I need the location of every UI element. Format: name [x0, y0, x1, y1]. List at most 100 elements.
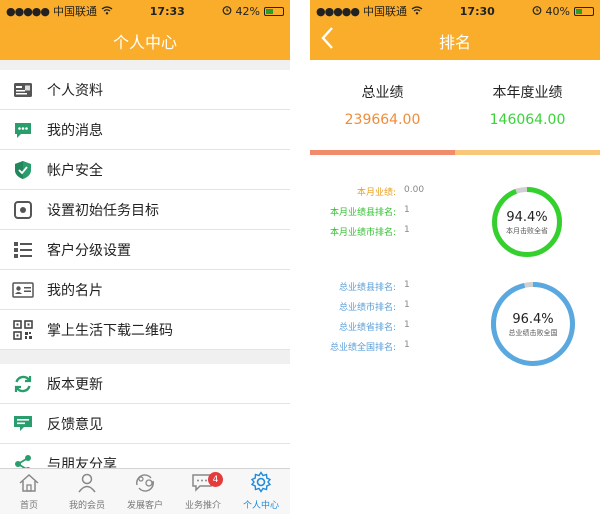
annual-performance: 本年度业绩 146064.00	[455, 60, 600, 150]
feedback-icon	[12, 413, 34, 435]
menu-item-shield[interactable]: 帐户安全	[0, 150, 290, 190]
menu-item-qrcode[interactable]: 掌上生活下载二维码	[0, 310, 290, 350]
menu-item-target[interactable]: 设置初始任务目标	[0, 190, 290, 230]
status-bar: ●●●●● 中国联通 17:33 42%	[0, 0, 290, 22]
performance-summary: 总业绩 239664.00 本年度业绩 146064.00	[310, 60, 600, 150]
qrcode-icon	[12, 319, 34, 341]
menu-item-message[interactable]: 我的消息	[0, 110, 290, 150]
menu-item-label: 我的名片	[47, 282, 103, 299]
menu-item-label: 我的消息	[47, 122, 103, 139]
menu-item-profile-card[interactable]: 个人资料	[0, 70, 290, 110]
menu-item-label: 设置初始任务目标	[47, 202, 159, 219]
refresh-icon	[12, 373, 34, 395]
signal-icon: ●●●●●	[6, 4, 50, 18]
status-time: 17:33	[149, 4, 185, 18]
tab-label: 发展客户	[126, 501, 163, 511]
status-bar: ●●●●● 中国联通 17:30 40%	[310, 0, 600, 22]
list-icon	[12, 239, 34, 261]
tab-gear[interactable]: 个人中心	[232, 469, 290, 514]
right-screen: ●●●●● 中国联通 17:30 40% 排名 总业绩 239664.00 本年…	[310, 0, 600, 514]
tab-label: 业务推介	[184, 501, 221, 511]
ranking-row: 总业绩市排名: 1	[310, 300, 490, 316]
ranking-value: 1	[404, 320, 410, 330]
page-title: 排名	[438, 33, 471, 52]
battery-icon	[264, 6, 284, 16]
carrier-label: 中国联通	[53, 5, 97, 18]
menu-item-refresh[interactable]: 版本更新	[0, 364, 290, 404]
shield-icon	[12, 159, 34, 181]
develop-customer-icon	[133, 473, 157, 498]
left-screen: ●●●●● 中国联通 17:33 42% 个人中心 个人资料我的消息帐户安全设置…	[0, 0, 290, 514]
ranking-value: 0.00	[404, 185, 425, 195]
ranking-label: 总业绩全国排名:	[329, 343, 396, 353]
ranking-row: 本月业绩: 0.00	[310, 185, 490, 201]
ranking-row: 总业绩全国排名: 1	[310, 340, 490, 356]
battery-icon	[574, 6, 594, 16]
home-icon	[18, 473, 40, 498]
nav-bar: 排名	[310, 22, 600, 60]
menu-item-label: 掌上生活下载二维码	[47, 322, 173, 339]
back-chevron-icon[interactable]	[320, 26, 334, 57]
menu-item-label: 客户分级设置	[47, 242, 131, 259]
nav-bar: 个人中心	[0, 22, 290, 60]
ranking-row: 本月业绩市排名: 1	[310, 225, 490, 241]
ranking-value: 1	[404, 280, 410, 290]
ranking-label: 本月业绩县排名:	[329, 208, 396, 218]
wifi-icon	[411, 5, 423, 18]
tab-home[interactable]: 首页	[0, 469, 58, 514]
total-performance: 总业绩 239664.00	[310, 60, 455, 150]
alarm-icon	[222, 5, 232, 18]
total-performance-label: 总业绩	[361, 85, 404, 101]
business-card-icon	[12, 279, 34, 301]
tab-member[interactable]: 我的会员	[58, 469, 116, 514]
total-ranking: 总业绩县排名: 1 总业绩市排名: 1 总业绩省排名: 1 总业绩全国排名: 1 96.4% 总…	[310, 270, 600, 390]
ranking-label: 总业绩省排名:	[338, 323, 396, 333]
gauge-percent: 94.4%	[506, 210, 548, 225]
menu-item-label: 反馈意见	[47, 416, 103, 433]
status-time: 17:30	[459, 4, 495, 18]
section-divider	[310, 150, 600, 155]
alarm-icon	[532, 5, 542, 18]
menu-item-label: 个人资料	[47, 82, 103, 99]
tab-label: 我的会员	[68, 501, 105, 511]
menu-item-list[interactable]: 客户分级设置	[0, 230, 290, 270]
ranking-value: 1	[404, 225, 410, 235]
ranking-row: 总业绩省排名: 1	[310, 320, 490, 336]
tab-develop-customer[interactable]: 发展客户	[116, 469, 174, 514]
ranking-label: 本月业绩:	[356, 188, 396, 198]
carrier-label: 中国联通	[363, 5, 407, 18]
menu-item-feedback[interactable]: 反馈意见	[0, 404, 290, 444]
ranking-label: 总业绩市排名:	[338, 303, 396, 313]
gauge-caption: 总业绩击败全国	[508, 329, 558, 337]
battery-percent: 40%	[545, 4, 570, 18]
menu-item-label: 帐户安全	[47, 162, 103, 179]
wifi-icon	[101, 5, 113, 18]
member-icon	[76, 473, 98, 498]
tab-chat[interactable]: 业务推介 4	[174, 469, 232, 514]
menu-item-business-card[interactable]: 我的名片	[0, 270, 290, 310]
profile-card-icon	[12, 79, 34, 101]
menu-group-account: 个人资料我的消息帐户安全设置初始任务目标 客户分级设置 我的名片掌上生活下载二维码	[0, 70, 290, 350]
gear-icon	[250, 471, 272, 498]
menu-group-app: 版本更新 反馈意见 与朋友分享	[0, 364, 290, 484]
tab-bar: 首页 我的会员 发展客户 业务推介 4 个人中心	[0, 468, 290, 514]
notification-badge: 4	[208, 472, 223, 487]
gauge-percent: 96.4%	[512, 312, 554, 327]
tab-label: 首页	[19, 501, 38, 511]
menu-item-label: 版本更新	[47, 376, 103, 393]
target-icon	[12, 199, 34, 221]
annual-performance-label: 本年度业绩	[492, 85, 563, 101]
ranking-value: 1	[404, 340, 410, 350]
ranking-label: 总业绩县排名:	[338, 283, 396, 293]
battery-percent: 42%	[235, 4, 260, 18]
total-performance-value: 239664.00	[344, 112, 421, 128]
ranking-label: 本月业绩市排名:	[329, 228, 396, 238]
tab-label: 个人中心	[242, 501, 279, 511]
ranking-row: 本月业绩县排名: 1	[310, 205, 490, 221]
gauge-caption: 本月击败全省	[506, 227, 548, 235]
signal-icon: ●●●●●	[316, 4, 360, 18]
ranking-value: 1	[404, 300, 410, 310]
ranking-row: 总业绩县排名: 1	[310, 280, 490, 296]
total-gauge: 96.4% 总业绩击败全国	[491, 282, 575, 366]
monthly-gauge: 94.4% 本月击败全省	[492, 187, 562, 257]
